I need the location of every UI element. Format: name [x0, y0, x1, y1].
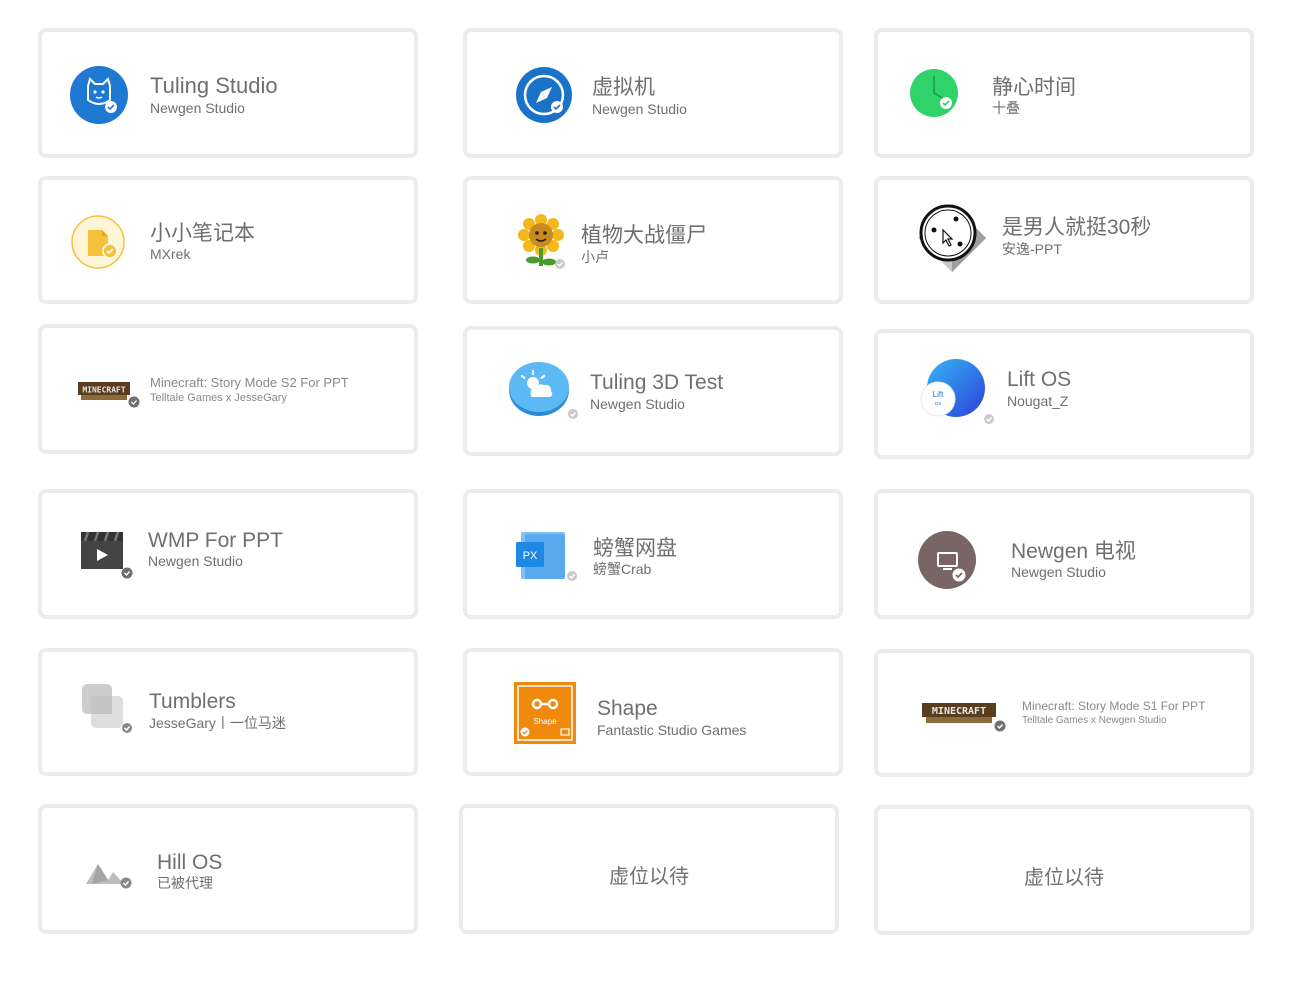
svg-text:MINECRAFT: MINECRAFT	[82, 386, 126, 395]
app-card-survive-30-seconds[interactable]: 是男人就挺30秒 安逸-PPT	[874, 176, 1254, 304]
app-developer: Newgen Studio	[590, 396, 685, 412]
app-title: Newgen 电视	[1011, 540, 1136, 563]
compass-icon	[511, 62, 577, 128]
app-card-wmp-for-ppt[interactable]: WMP For PPT Newgen Studio	[38, 489, 418, 619]
clapperboard-icon	[78, 527, 140, 587]
app-developer: Newgen Studio	[148, 553, 243, 569]
app-developer: MXrek	[150, 246, 191, 262]
svg-text:Shape: Shape	[533, 717, 557, 726]
placeholder-card[interactable]: 虚位以待	[874, 805, 1254, 935]
cat-icon	[66, 62, 132, 128]
app-title: Minecraft: Story Mode S1 For PPT	[1022, 699, 1206, 713]
minecraft-logo-icon: MINECRAFT	[920, 699, 1010, 733]
app-card-virtual-machine[interactable]: 虚拟机 Newgen Studio	[463, 28, 843, 158]
app-developer: Nougat_Z	[1007, 393, 1069, 409]
placeholder-card[interactable]: 虚位以待	[459, 804, 839, 934]
svg-text:Lift: Lift	[933, 390, 944, 399]
clock-icon	[906, 62, 972, 128]
svg-text:MINECRAFT: MINECRAFT	[932, 706, 986, 717]
app-title: Shape	[597, 697, 658, 720]
app-card-hill-os[interactable]: Hill OS 已被代理	[38, 804, 418, 934]
cloud-disk-icon: PX	[511, 527, 581, 587]
mountain-icon	[84, 852, 136, 894]
app-developer: Fantastic Studio Games	[597, 722, 747, 738]
app-developer: 已被代理	[157, 875, 213, 891]
app-title: Tuling Studio	[150, 73, 278, 98]
app-title: Minecraft: Story Mode S2 For PPT	[150, 375, 349, 390]
shape-icon: Shape	[514, 682, 578, 746]
minecraft-logo-icon: MINECRAFT	[76, 378, 142, 410]
app-title: Hill OS	[157, 851, 223, 874]
target-icon	[916, 202, 988, 274]
app-card-plants-vs-zombies[interactable]: 植物大战僵尸 小卢	[463, 176, 843, 304]
svg-text:PX: PX	[523, 550, 538, 562]
weather-icon	[507, 358, 579, 420]
app-title: WMP For PPT	[148, 529, 283, 552]
app-title: Lift OS	[1007, 368, 1072, 391]
app-title: 螃蟹网盘	[593, 537, 677, 560]
app-card-tuling-3d-test[interactable]: Tuling 3D Test Newgen Studio	[463, 326, 843, 456]
sunflower-icon	[517, 212, 577, 274]
app-title: 植物大战僵尸	[581, 224, 707, 247]
app-developer: JesseGary丨一位马迷	[149, 715, 286, 731]
app-developer: Telltale Games x Newgen Studio	[1022, 715, 1167, 726]
app-card-crab-cloud-disk[interactable]: PX 螃蟹网盘 螃蟹Crab	[463, 489, 843, 619]
app-developer: Telltale Games x JesseGary	[150, 392, 287, 404]
lift-os-icon: Lift OS	[918, 359, 994, 427]
app-title: 是男人就挺30秒	[1002, 216, 1152, 239]
app-card-minecraft-s2[interactable]: MINECRAFT Minecraft: Story Mode S2 For P…	[38, 324, 418, 454]
app-title: 小小笔记本	[150, 222, 255, 245]
app-card-tuling-studio[interactable]: Tuling Studio Newgen Studio	[38, 28, 418, 158]
app-title: 虚拟机	[592, 76, 655, 99]
app-developer: Newgen Studio	[592, 101, 687, 117]
app-card-notebook[interactable]: 小小笔记本 MXrek	[38, 176, 418, 304]
app-developer: 安逸-PPT	[1002, 241, 1062, 257]
placeholder-label: 虚位以待	[609, 866, 689, 888]
app-developer: 十叠	[992, 100, 1020, 116]
app-title: Tuling 3D Test	[590, 371, 724, 394]
app-card-meditation-time[interactable]: 静心时间 十叠	[874, 28, 1254, 158]
app-developer: Newgen Studio	[150, 100, 245, 116]
app-card-newgen-tv[interactable]: Newgen 电视 Newgen Studio	[874, 489, 1254, 619]
tumblers-icon	[82, 682, 142, 740]
app-title: Tumblers	[149, 690, 236, 713]
tv-icon	[918, 529, 984, 595]
app-card-minecraft-s1[interactable]: MINECRAFT Minecraft: Story Mode S1 For P…	[874, 649, 1254, 777]
app-developer: Newgen Studio	[1011, 564, 1106, 580]
app-card-shape[interactable]: Shape Shape Fantastic Studio Games	[463, 648, 843, 776]
placeholder-label: 虚位以待	[1024, 867, 1104, 889]
svg-text:OS: OS	[935, 401, 942, 406]
app-developer: 螃蟹Crab	[593, 561, 652, 577]
app-title: 静心时间	[992, 76, 1076, 99]
app-developer: 小卢	[581, 249, 609, 265]
app-card-lift-os[interactable]: Lift OS Lift OS Nougat_Z	[874, 329, 1254, 459]
notebook-icon	[70, 210, 136, 276]
app-card-tumblers[interactable]: Tumblers JesseGary丨一位马迷	[38, 648, 418, 776]
